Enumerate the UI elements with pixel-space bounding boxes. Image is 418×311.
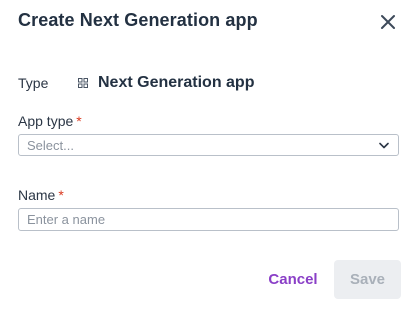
type-value: Next Generation app: [98, 74, 255, 91]
app-type-placeholder: Select...: [27, 137, 74, 153]
save-button[interactable]: Save: [334, 260, 401, 299]
required-marker: *: [58, 187, 64, 203]
app-type-label-text: App type: [18, 113, 74, 129]
name-input[interactable]: [18, 208, 399, 231]
app-grid-icon: [76, 76, 90, 90]
type-label: Type: [18, 75, 49, 91]
close-icon: [381, 15, 395, 29]
name-label-text: Name: [18, 187, 56, 203]
chevron-down-icon: [378, 139, 390, 151]
create-app-dialog: Create Next Generation app Type Next Gen…: [0, 0, 418, 311]
dialog-title: Create Next Generation app: [18, 10, 258, 30]
app-type-select[interactable]: Select...: [18, 134, 399, 156]
cancel-button[interactable]: Cancel: [258, 260, 328, 299]
app-type-label: App type *: [18, 113, 82, 129]
type-row: Type Next Generation app: [18, 74, 254, 92]
name-label: Name *: [18, 187, 64, 203]
required-marker: *: [76, 113, 82, 129]
close-button[interactable]: [377, 11, 399, 33]
